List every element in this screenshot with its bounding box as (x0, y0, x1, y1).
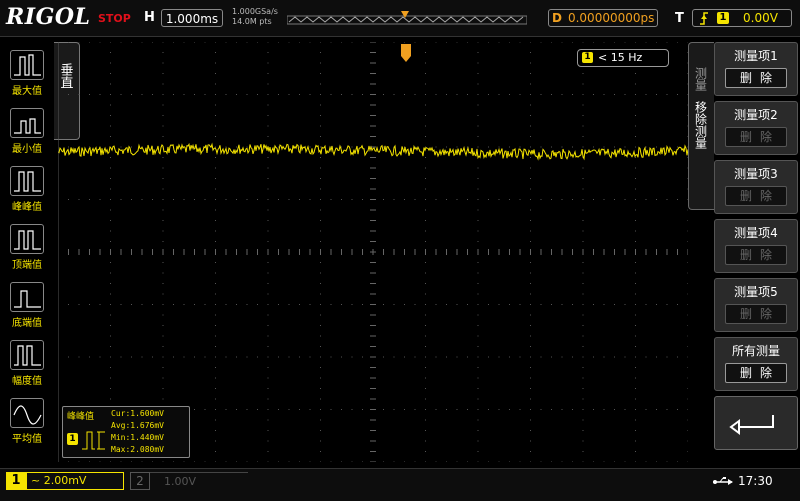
ch1-waveform-trace (58, 142, 688, 161)
measure-item-title: 测量项4 (734, 226, 778, 240)
delete-measure-button[interactable]: 删除 (725, 245, 787, 265)
measure-item-1[interactable]: 测量项1 删除 (714, 42, 798, 96)
trigger-settings[interactable]: 1 0.00V (692, 9, 792, 27)
brand-logo: RIGOL (6, 4, 91, 30)
trigger-offset-value: 0.00000000ps (567, 11, 655, 25)
sample-rate: 1.000GSa/s (232, 7, 278, 16)
run-stop-status[interactable]: STOP (98, 12, 131, 25)
measure-type-label: 峰峰值 (67, 412, 95, 422)
trigger-level: 0.00V (743, 11, 778, 25)
max-value-icon (10, 50, 44, 80)
ch1-scale[interactable]: ~ 2.00mV (26, 472, 124, 490)
quick-measure-peak-peak[interactable]: 峰峰值 (8, 166, 46, 214)
peak-peak-icon (10, 166, 44, 196)
quick-measure-label: 峰峰值 (12, 202, 42, 213)
stat-maximum: Max:2.080mV (111, 445, 164, 454)
measure-item-4[interactable]: 测量项4 删除 (714, 219, 798, 273)
measure-item-title: 测量项1 (734, 49, 778, 63)
freq-channel-badge: 1 (582, 52, 593, 63)
quick-measure-top-value[interactable]: 顶端值 (8, 224, 46, 272)
measure-item-title: 测量项3 (734, 167, 778, 181)
measure-item-6[interactable]: 所有测量 删除 (714, 337, 798, 391)
side-tab-measure-label: 测量 (693, 67, 708, 91)
measurement-statistics: 峰峰值 1 Cur:1.600mV Avg:1.676mV Min:1.440m… (62, 406, 190, 458)
peak-peak-icon (82, 431, 105, 450)
top-status-bar: RIGOL STOP H 1.000ms 1.000GSa/s 14.0M pt… (0, 0, 800, 37)
min-value-icon (10, 108, 44, 138)
frequency-value: < 15 Hz (598, 51, 643, 64)
frequency-readout: 1 < 15 Hz (577, 49, 669, 67)
trigger-offset-label: D (552, 11, 562, 25)
usb-icon (713, 477, 733, 485)
quick-measure-label: 平均值 (12, 434, 42, 445)
quick-measure-label: 幅度值 (12, 376, 42, 387)
trigger-source-badge: 1 (717, 12, 729, 24)
quick-measure-min-value[interactable]: 最小值 (8, 108, 46, 156)
stat-current: Cur:1.600mV (111, 409, 164, 418)
quick-measure-amplitude[interactable]: 幅度值 (8, 340, 46, 388)
measure-item-title: 测量项5 (734, 285, 778, 299)
return-arrow-icon (729, 415, 774, 435)
stat-minimum: Min:1.440mV (111, 433, 164, 442)
measure-item-title: 测量项2 (734, 108, 778, 122)
delete-measure-button[interactable]: 删除 (725, 68, 787, 88)
horizontal-label: H (144, 10, 155, 25)
trigger-label: T (675, 11, 684, 26)
clock: 17:30 (738, 474, 773, 488)
measure-item-2[interactable]: 测量项2 删除 (714, 101, 798, 155)
graticule (58, 42, 688, 462)
amplitude-icon (10, 340, 44, 370)
ch1-button[interactable]: 1 (6, 472, 26, 490)
delete-measure-button[interactable]: 删除 (725, 186, 787, 206)
acquisition-info: 1.000GSa/s 14.0M pts (232, 7, 278, 27)
quick-measure-label: 最小值 (12, 144, 42, 155)
bottom-status-bar: 1 ~ 2.00mV 2 1.00V 17:30 (0, 468, 800, 501)
ch2-scale[interactable]: 1.00V (150, 472, 248, 490)
quick-measure-average[interactable]: 平均值 (8, 398, 46, 446)
trigger-offset[interactable]: D 0.00000000ps (548, 9, 658, 27)
quick-measure-label: 顶端值 (12, 260, 42, 271)
average-icon (10, 398, 44, 428)
memory-depth: 14.0M pts (232, 17, 272, 26)
stat-average: Avg:1.676mV (111, 421, 164, 430)
measure-item-title: 所有测量 (731, 344, 780, 358)
top-value-icon (10, 224, 44, 254)
quick-measure-max-value[interactable]: 最大值 (8, 50, 46, 98)
quick-measure-label: 最大值 (12, 86, 42, 97)
base-value-icon (10, 282, 44, 312)
rising-edge-icon (700, 12, 708, 25)
measure-channel-badge: 1 (67, 433, 78, 445)
waveform-display[interactable] (58, 42, 688, 462)
measure-side-tab[interactable]: 测量 移除测量 (688, 42, 714, 210)
side-tab-remove-label: 移除测量 (693, 101, 708, 149)
trigger-position-icon (401, 44, 411, 62)
quick-measure-base-value[interactable]: 底端值 (8, 282, 46, 330)
quick-measure-label: 底端值 (12, 318, 42, 329)
measure-item-3[interactable]: 测量项3 删除 (714, 160, 798, 214)
measure-item-5[interactable]: 测量项5 删除 (714, 278, 798, 332)
delete-measure-button[interactable]: 删除 (725, 304, 787, 324)
trigger-position-marker-icon (401, 11, 409, 18)
delete-measure-button[interactable]: 删除 (725, 127, 787, 147)
delete-measure-button[interactable]: 删除 (725, 363, 787, 383)
ch2-button[interactable]: 2 (130, 472, 150, 490)
timebase-value[interactable]: 1.000ms (161, 9, 223, 27)
back-button[interactable] (714, 396, 798, 450)
